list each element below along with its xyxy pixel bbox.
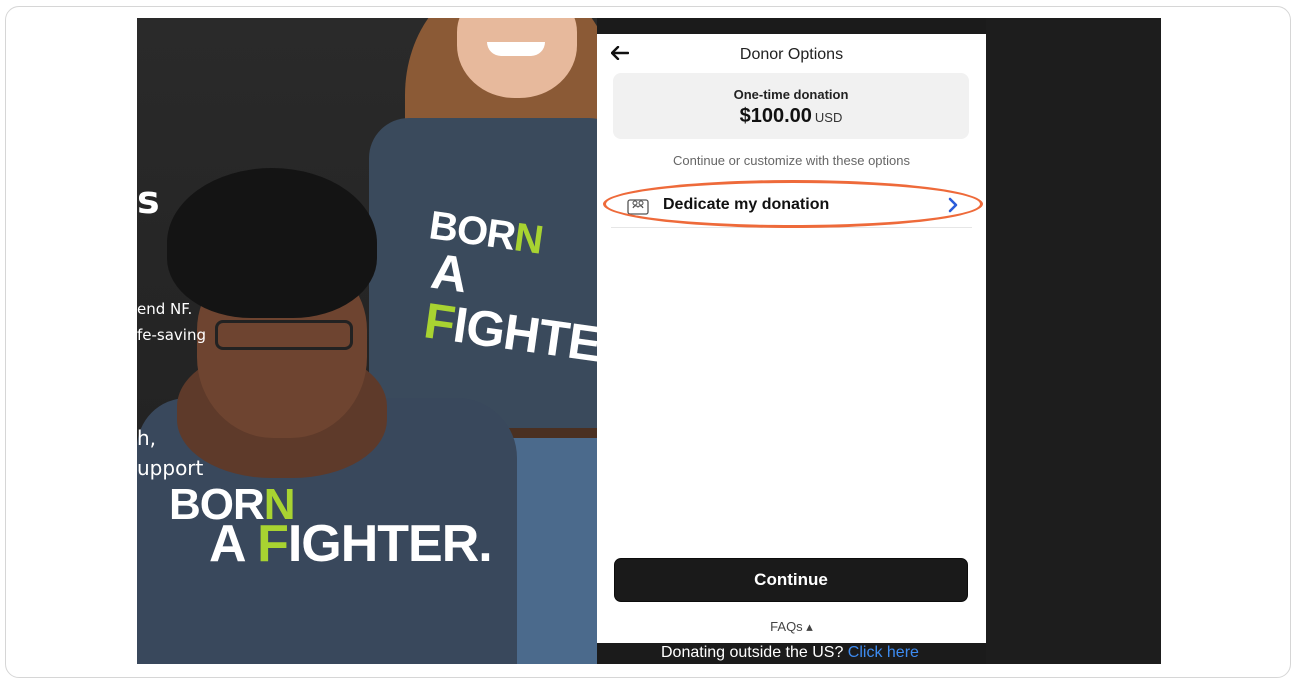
modal-title: Donor Options [739, 46, 844, 63]
hero-text-line: upport [137, 456, 204, 480]
options-helper-text: Continue or customize with these options [672, 153, 910, 168]
currency-label: USD [814, 110, 843, 125]
chevron-right-icon [947, 196, 959, 214]
hero-heading-fragment: s [137, 178, 160, 222]
donation-amount: $100.00 USD [739, 105, 843, 127]
donor-options-modal: Donor Options One-time donation $100.00 U… [597, 34, 986, 643]
faqs-toggle[interactable]: FAQs ▴ [597, 619, 986, 635]
outside-us-notice: Donating outside the US? Click here [661, 644, 919, 661]
continue-button[interactable]: Continue [614, 558, 968, 602]
dedicate-donation-option[interactable]: Dedicate my donation [611, 187, 972, 228]
donation-summary: One-time donation $100.00 USD [613, 73, 969, 139]
hero-photo: BORN A FIGHTER. BORN A FIGHTER. s end NF… [137, 18, 597, 664]
shirt-logo-fighter-2: A FIGHTER. [209, 515, 493, 573]
hero-text-line: fe-saving [137, 326, 207, 344]
click-here-link[interactable]: Click here [848, 644, 919, 661]
donation-type-label: One-time donation [733, 87, 849, 102]
hero-text-line: end NF. [137, 300, 193, 318]
gift-card-icon [627, 197, 649, 215]
hero-text-line: h, [137, 426, 157, 450]
dedicate-donation-label: Dedicate my donation [663, 196, 830, 213]
